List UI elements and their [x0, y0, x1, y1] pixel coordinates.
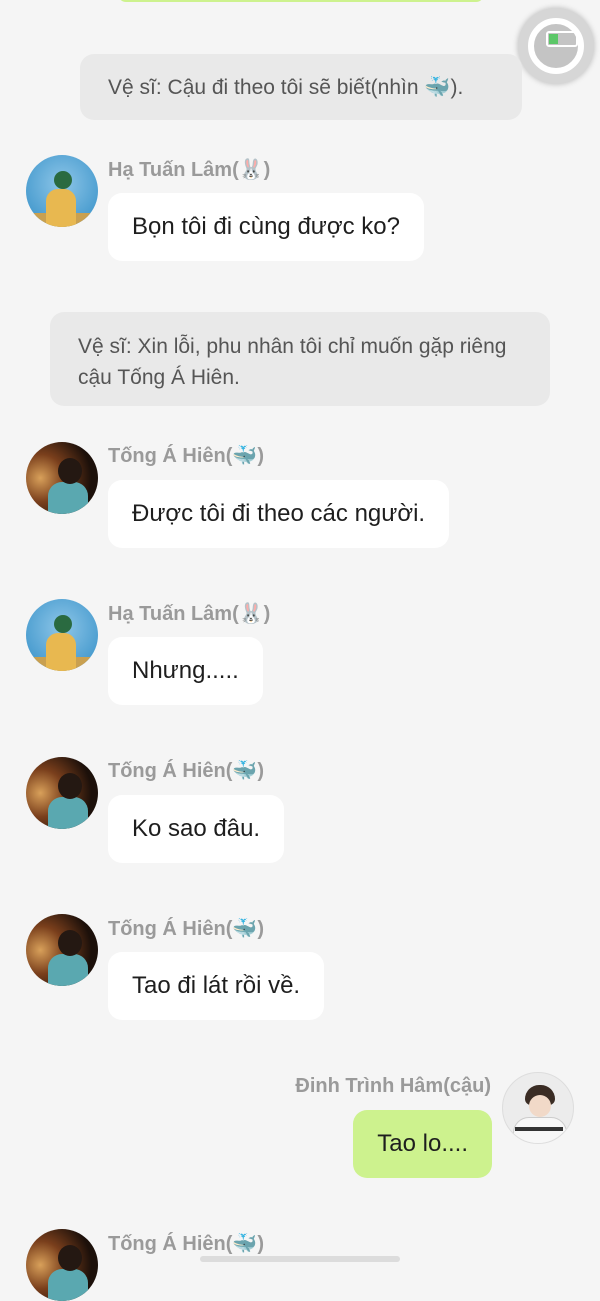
own-message-bubble[interactable]: Tao lo....: [353, 1110, 492, 1178]
avatar-ha-tuan-lam[interactable]: [26, 155, 98, 227]
message-bubble[interactable]: Được tôi đi theo các người.: [108, 480, 450, 548]
avatar-tong-a-hien[interactable]: [26, 757, 98, 829]
narration-message: Vệ sĩ: Xin lỗi, phu nhân tôi chỉ muốn gặ…: [50, 312, 550, 406]
avatar-dinh-trinh-ham[interactable]: [502, 1072, 574, 1144]
message-bubble[interactable]: Tao đi lát rồi về.: [108, 952, 325, 1020]
avatar-tong-a-hien[interactable]: [26, 914, 98, 986]
battery-icon: [546, 31, 581, 47]
message-bubble[interactable]: Nhưng.....: [108, 637, 263, 705]
sender-name: Tống Á Hiên(🐳): [108, 918, 264, 940]
avatar-tong-a-hien[interactable]: [26, 1229, 98, 1301]
message-bubble[interactable]: Ko sao đâu.: [108, 795, 285, 863]
avatar-ha-tuan-lam[interactable]: [26, 599, 98, 671]
narration-message: Vệ sĩ: Cậu đi theo tôi sẽ biết(nhìn 🐳).: [80, 54, 522, 120]
message-bubble[interactable]: Bọn tôi đi cùng được ko?: [108, 193, 424, 261]
sender-name: Tống Á Hiên(🐳): [108, 445, 264, 467]
sender-name: Hạ Tuấn Lâm(🐰): [108, 159, 271, 181]
previous-message-bubble-edge: [118, 0, 484, 2]
sender-name: Đinh Trình Hâm(cậu): [295, 1075, 491, 1097]
sender-name: Tống Á Hiên(🐳): [108, 760, 264, 782]
home-indicator[interactable]: [200, 1256, 400, 1262]
avatar-tong-a-hien[interactable]: [26, 442, 98, 514]
narration-text: Vệ sĩ: Xin lỗi, phu nhân tôi chỉ muốn gặ…: [78, 335, 507, 389]
sender-name: Hạ Tuấn Lâm(🐰): [108, 603, 271, 625]
narration-text: Vệ sĩ: Cậu đi theo tôi sẽ biết(nhìn 🐳).: [108, 76, 464, 99]
sender-name: Tống Á Hiên(🐳): [108, 1233, 264, 1255]
